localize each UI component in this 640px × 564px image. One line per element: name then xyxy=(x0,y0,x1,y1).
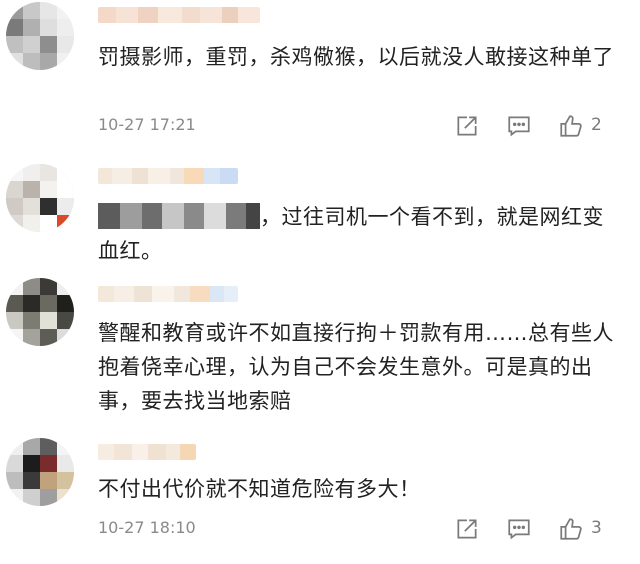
comment-meta: 10-27 18:10 3 xyxy=(98,516,640,544)
avatar[interactable] xyxy=(6,164,74,232)
like-icon[interactable] xyxy=(558,113,588,141)
avatar[interactable] xyxy=(6,2,74,70)
blurred-mention xyxy=(184,203,204,229)
comment-icon[interactable] xyxy=(506,516,536,544)
blurred-mention xyxy=(98,203,120,229)
avatar[interactable] xyxy=(6,438,74,506)
comment-time: 10-27 18:10 xyxy=(98,518,196,537)
username-blurred[interactable] xyxy=(98,286,238,302)
comment-text: 不付出代价就不知道危险有多大！ xyxy=(98,477,421,501)
blurred-mention xyxy=(120,203,142,229)
blurred-mention xyxy=(162,203,184,229)
blurred-mention xyxy=(226,203,246,229)
username-blurred[interactable] xyxy=(98,7,260,23)
like-icon[interactable] xyxy=(558,516,588,544)
comment-icon[interactable] xyxy=(506,113,536,141)
comment-text: 警醒和教育或许不如直接行拘＋罚款有用……总有些人抱着侥幸心理，认为自己不会发生意… xyxy=(98,321,614,413)
share-icon[interactable] xyxy=(454,516,484,544)
comment-meta: 10-27 17:21 2 xyxy=(98,113,640,141)
comment-text: 罚摄影师，重罚，杀鸡儆猴，以后就没人敢接这种单了 xyxy=(98,45,614,69)
comment-time: 10-27 17:21 xyxy=(98,115,196,134)
like-count: 2 xyxy=(591,115,602,135)
comment-text: ，过往司机一个看不到，就是网红变血红。 xyxy=(98,200,618,268)
share-icon[interactable] xyxy=(454,113,484,141)
blurred-mention xyxy=(142,203,162,229)
avatar[interactable] xyxy=(6,278,74,346)
username-blurred[interactable] xyxy=(98,444,196,460)
blurred-mention xyxy=(246,203,260,229)
username-blurred[interactable] xyxy=(98,168,238,184)
like-count: 3 xyxy=(591,518,602,538)
blurred-mention xyxy=(204,203,226,229)
